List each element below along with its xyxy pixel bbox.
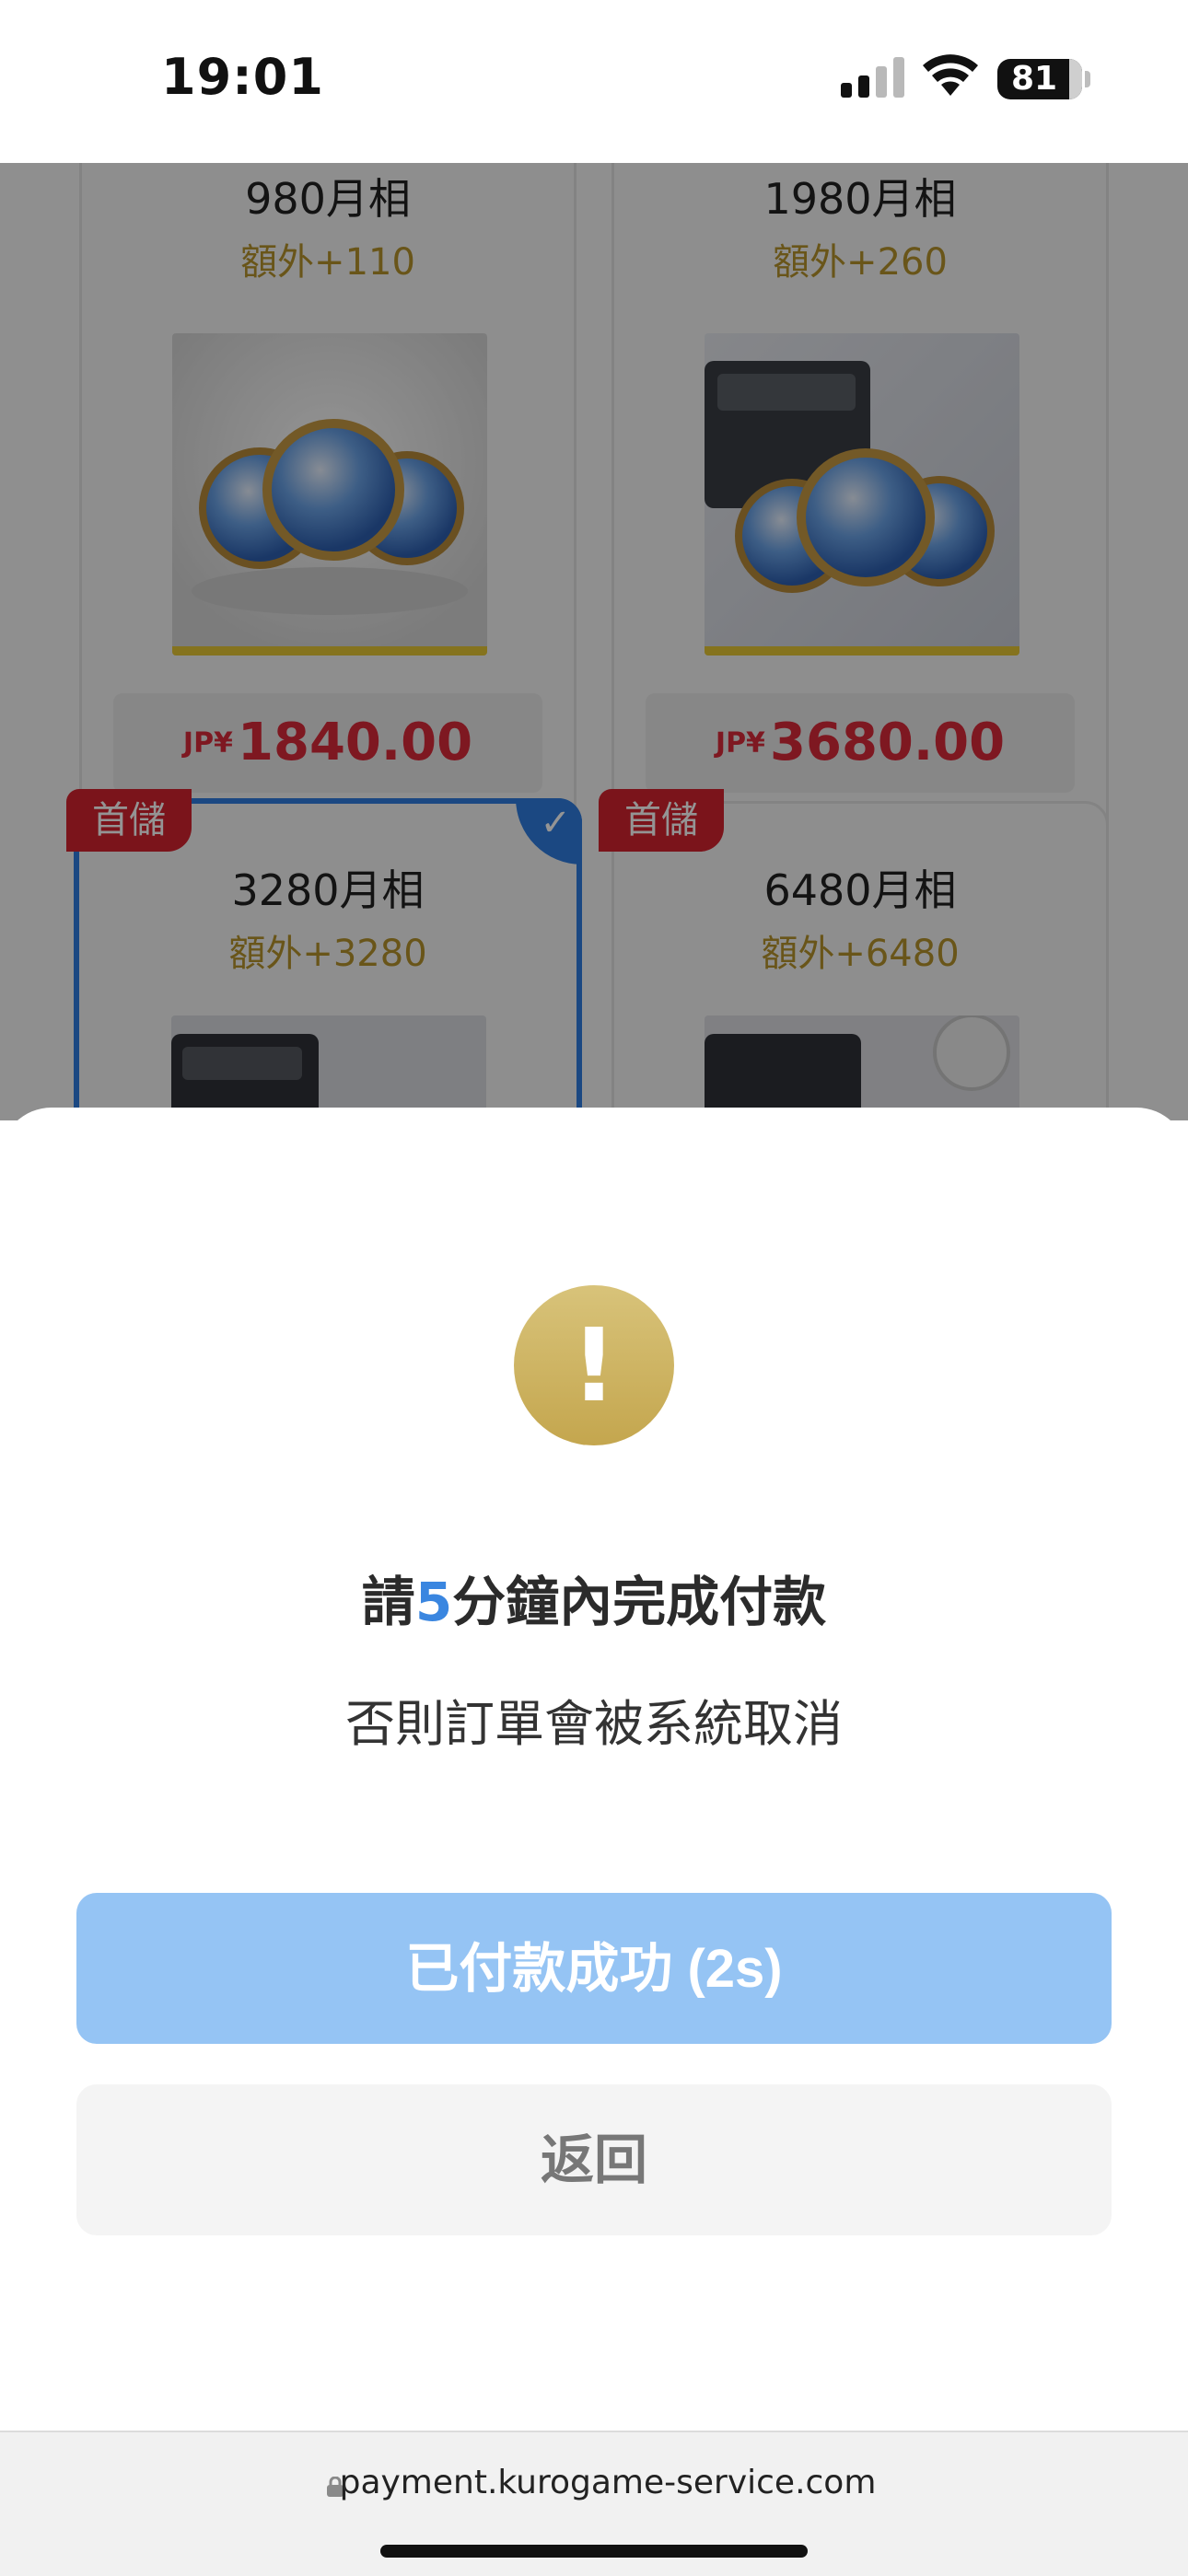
modal-backdrop[interactable]: [0, 163, 1188, 1120]
dialog-title-minutes: 5: [414, 1571, 453, 1633]
back-button[interactable]: 返回: [76, 2084, 1112, 2235]
dialog-title-suffix: 分鐘內完成付款: [452, 1571, 827, 1633]
status-bar: 19:01 81: [0, 0, 1188, 163]
battery-icon: 81: [997, 59, 1082, 99]
dialog-subtitle: 否則訂單會被系統取消: [345, 1695, 843, 1753]
home-indicator[interactable]: [380, 2545, 808, 2558]
payment-reminder-sheet: ! 請5分鐘內完成付款 否則訂單會被系統取消 已付款成功 (2s) 返回: [0, 1108, 1188, 2433]
cellular-signal-icon: [841, 57, 904, 98]
battery-level: 81: [1010, 60, 1058, 98]
dialog-title: 請5分鐘內完成付款: [0, 1559, 1188, 1636]
url-text[interactable]: payment.kurogame-service.com: [0, 2464, 1188, 2501]
payment-complete-button[interactable]: 已付款成功 (2s): [76, 1893, 1112, 2044]
status-time: 19:01: [161, 48, 324, 106]
exclamation-icon: !: [514, 1285, 674, 1445]
wifi-icon: [923, 54, 978, 96]
dialog-title-prefix: 請: [361, 1571, 415, 1633]
browser-url-bar[interactable]: payment.kurogame-service.com: [0, 2431, 1188, 2576]
